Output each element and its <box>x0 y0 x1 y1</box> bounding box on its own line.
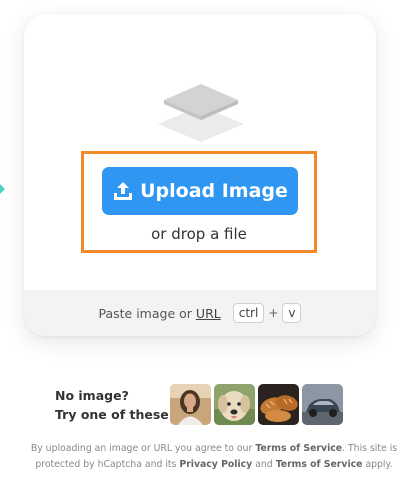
terms-of-service-link-2[interactable]: Terms of Service <box>276 459 363 470</box>
legal-notice: By uploading an image or URL you agree t… <box>30 441 398 473</box>
sample-car-thumbnail[interactable] <box>302 384 343 425</box>
upload-image-button[interactable]: Upload Image <box>102 167 298 215</box>
layers-icon <box>158 80 244 144</box>
plus-sign: + <box>268 306 279 320</box>
upload-card[interactable]: Upload Image or drop a file Paste image … <box>24 14 376 336</box>
side-marker <box>0 184 5 194</box>
legal-text-3: and <box>255 459 273 470</box>
url-link[interactable]: URL <box>196 306 221 321</box>
upload-button-label: Upload Image <box>140 180 288 202</box>
drop-file-text: or drop a file <box>151 225 247 243</box>
legal-text-4: apply. <box>365 459 393 470</box>
sample-woman-thumbnail[interactable] <box>170 384 211 425</box>
privacy-policy-link[interactable]: Privacy Policy <box>179 459 252 470</box>
legal-text-1: By uploading an image or URL you agree t… <box>30 443 253 454</box>
ctrl-key: ctrl <box>232 303 265 323</box>
no-image-text: No image? <box>55 388 129 403</box>
sample-images-label: No image? Try one of these: <box>55 386 174 424</box>
try-these-text: Try one of these: <box>55 407 174 422</box>
sample-dog-thumbnail[interactable] <box>214 384 255 425</box>
upload-icon <box>112 180 134 202</box>
paste-bar: Paste image or URL ctrl + v <box>24 290 376 336</box>
sample-bread-thumbnail[interactable] <box>258 384 299 425</box>
terms-of-service-link[interactable]: Terms of Service <box>255 443 342 454</box>
paste-prefix: Paste image or <box>98 305 192 321</box>
sample-thumbnails <box>170 384 343 425</box>
v-key: v <box>282 303 302 323</box>
